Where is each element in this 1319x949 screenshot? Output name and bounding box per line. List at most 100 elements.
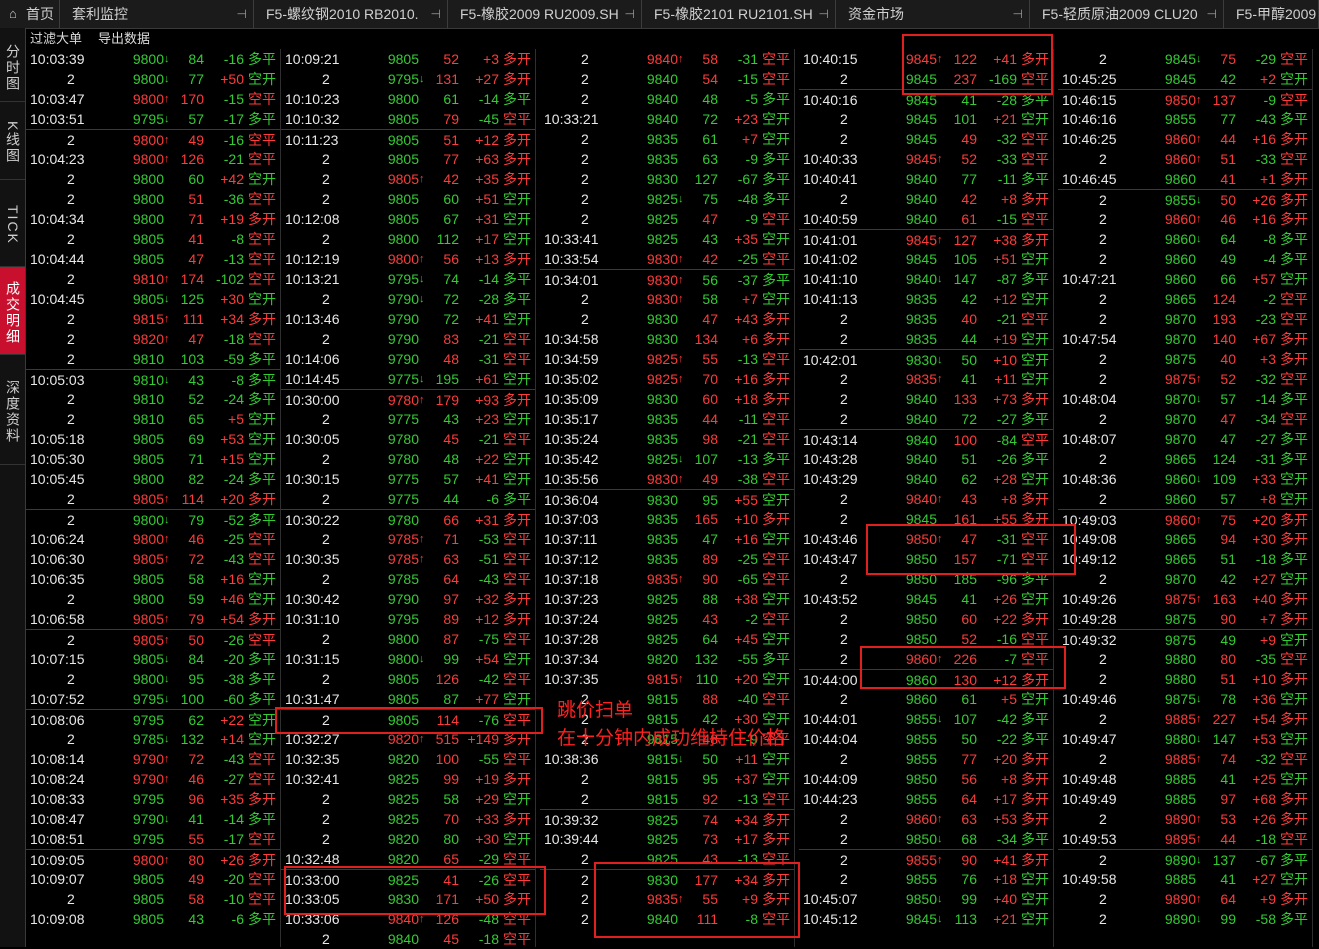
trade-price: 9805 bbox=[387, 712, 419, 728]
trade-volume: 49 bbox=[1220, 251, 1236, 267]
sidebar-item-1[interactable]: K线图 bbox=[0, 102, 25, 180]
trade-volume: 46 bbox=[188, 531, 204, 547]
sidebar-item-2[interactable]: TICK bbox=[0, 180, 25, 267]
trade-volume: 133 bbox=[953, 391, 977, 407]
sidebar-item-0[interactable]: 分时图 bbox=[0, 30, 25, 102]
trade-type: 空开 bbox=[762, 671, 790, 687]
trade-type: 空开 bbox=[1021, 291, 1049, 307]
trade-price: 9840 bbox=[905, 391, 937, 407]
trade-price: 9805 bbox=[132, 491, 164, 507]
filter-large-orders-button[interactable]: 过滤大单 bbox=[30, 29, 82, 48]
trade-volume: 125 bbox=[180, 291, 204, 307]
tab-3[interactable]: F5-橡胶2009 RU2009.SH ⊣ bbox=[448, 0, 642, 28]
open-interest-change: -14 bbox=[223, 811, 244, 827]
trade-price: 9840 bbox=[646, 71, 678, 87]
trade-type: 多开 bbox=[503, 251, 531, 267]
trade-time: 10:49:28 bbox=[1062, 611, 1117, 627]
trade-type: 多开 bbox=[1021, 191, 1049, 207]
open-interest-change: +12 bbox=[475, 132, 499, 148]
trade-row: 2 9825 43 -13 空平 bbox=[540, 849, 794, 869]
trade-volume: 157 bbox=[953, 551, 977, 567]
trade-price: 9795 bbox=[132, 831, 164, 847]
open-interest-change: +29 bbox=[475, 791, 499, 807]
open-interest-change: -96 bbox=[996, 571, 1017, 587]
trade-time: 10:08:51 bbox=[30, 831, 85, 847]
open-interest-change: -14 bbox=[478, 271, 499, 287]
trade-count: 2 bbox=[840, 852, 848, 868]
open-interest-change: +26 bbox=[993, 591, 1017, 607]
trade-type: 多开 bbox=[1021, 51, 1049, 67]
trade-price: 9865 bbox=[1164, 551, 1196, 567]
trade-time: 10:49:47 bbox=[1062, 731, 1117, 747]
trade-count: 2 bbox=[581, 211, 589, 227]
trade-row: 10:44:04 9855 50 -22 多平 bbox=[799, 729, 1053, 749]
tab-1[interactable]: 套利监控 ⊣ bbox=[60, 0, 254, 28]
tab-6[interactable]: F5-轻质原油2009 CLU20 ⊣ bbox=[1030, 0, 1224, 28]
pin-icon[interactable]: ⊣ bbox=[819, 0, 829, 28]
trade-type: 空平 bbox=[762, 571, 790, 587]
arrow-up-icon: ↑ bbox=[678, 373, 684, 385]
trade-type: 多开 bbox=[1021, 491, 1049, 507]
tab-4[interactable]: F5-橡胶2101 RU2101.SH ⊣ bbox=[642, 0, 836, 28]
trade-type: 空平 bbox=[503, 571, 531, 587]
arrow-up-icon: ↑ bbox=[1196, 133, 1202, 145]
trade-type: 空开 bbox=[762, 291, 790, 307]
trade-price: 9805 bbox=[387, 691, 419, 707]
sidebar-item-3[interactable]: 成交明细 bbox=[0, 267, 25, 355]
open-interest-change: +17 bbox=[993, 791, 1017, 807]
trade-type: 空开 bbox=[248, 591, 276, 607]
trade-type: 空平 bbox=[503, 351, 531, 367]
tab-5[interactable]: 资金市场 ⊣ bbox=[836, 0, 1030, 28]
trade-volume: 515 bbox=[435, 731, 459, 747]
trade-row: 2 9820 80 +30 空开 bbox=[281, 829, 535, 849]
tab-7[interactable]: F5-甲醇2009 bbox=[1224, 0, 1319, 28]
open-interest-change: -43 bbox=[1255, 111, 1276, 127]
pin-icon[interactable]: ⊣ bbox=[237, 0, 247, 28]
trade-row: 10:44:01 9855 ↓ 107 -42 多平 bbox=[799, 709, 1053, 729]
trade-row: 10:05:30 9805 71 +15 空开 bbox=[26, 449, 280, 469]
arrow-up-icon: ↑ bbox=[164, 273, 170, 285]
trade-volume: 52 bbox=[1220, 371, 1236, 387]
trade-row: 10:06:58 9805 ↑ 79 +54 多开 bbox=[26, 609, 280, 629]
trade-volume: 77 bbox=[961, 751, 977, 767]
export-data-button[interactable]: 导出数据 bbox=[98, 29, 150, 48]
trade-count: 2 bbox=[322, 671, 330, 687]
tab-2[interactable]: F5-螺纹钢2010 RB2010. ⊣ bbox=[254, 0, 448, 28]
trade-row: 2 9835 63 -9 多平 bbox=[540, 149, 794, 169]
open-interest-change: +93 bbox=[475, 392, 499, 408]
trade-price: 9865 bbox=[1164, 451, 1196, 467]
trade-time: 10:42:01 bbox=[803, 352, 858, 368]
pin-icon[interactable]: ⊣ bbox=[1013, 0, 1023, 28]
pin-icon[interactable]: ⊣ bbox=[431, 0, 441, 28]
trade-type: 空开 bbox=[1021, 691, 1049, 707]
trade-price: 9845 bbox=[905, 51, 937, 67]
trade-count: 2 bbox=[67, 591, 75, 607]
trade-time: 10:43:29 bbox=[803, 471, 858, 487]
trade-type: 空开 bbox=[248, 731, 276, 747]
trade-volume: 41 bbox=[961, 591, 977, 607]
trade-price: 9825 bbox=[646, 812, 678, 828]
sidebar-item-4[interactable]: 深度资料 bbox=[0, 355, 25, 465]
pin-icon[interactable]: ⊣ bbox=[1207, 0, 1217, 28]
trade-row: 2 9840 72 -27 多平 bbox=[799, 409, 1053, 429]
trade-price: 9835 bbox=[905, 371, 937, 387]
trade-price: 9875 bbox=[1164, 611, 1196, 627]
tab-0[interactable]: ⌂ 首页 bbox=[0, 0, 60, 28]
trade-volume: 64 bbox=[961, 791, 977, 807]
trade-price: 9830 bbox=[646, 171, 678, 187]
pin-icon[interactable]: ⊣ bbox=[625, 0, 635, 28]
trade-row: 10:08:14 9790 ↑ 72 -43 空平 bbox=[26, 749, 280, 769]
trade-row: 2 9815 95 +37 空开 bbox=[540, 769, 794, 789]
open-interest-change: -51 bbox=[478, 551, 499, 567]
trade-price: 9845 bbox=[905, 151, 937, 167]
open-interest-change: -37 bbox=[737, 272, 758, 288]
trade-type: 多开 bbox=[1021, 852, 1049, 868]
open-interest-change: +54 bbox=[1252, 711, 1276, 727]
trade-volume: 41 bbox=[1220, 871, 1236, 887]
trade-row: 10:43:14 9840 100 -84 空平 bbox=[799, 429, 1053, 450]
trade-time: 10:41:01 bbox=[803, 232, 858, 248]
arrow-up-icon: ↑ bbox=[937, 533, 943, 545]
trade-count: 2 bbox=[840, 131, 848, 147]
trade-row: 10:04:34 9800 71 +19 多开 bbox=[26, 209, 280, 229]
trade-type: 多开 bbox=[503, 591, 531, 607]
